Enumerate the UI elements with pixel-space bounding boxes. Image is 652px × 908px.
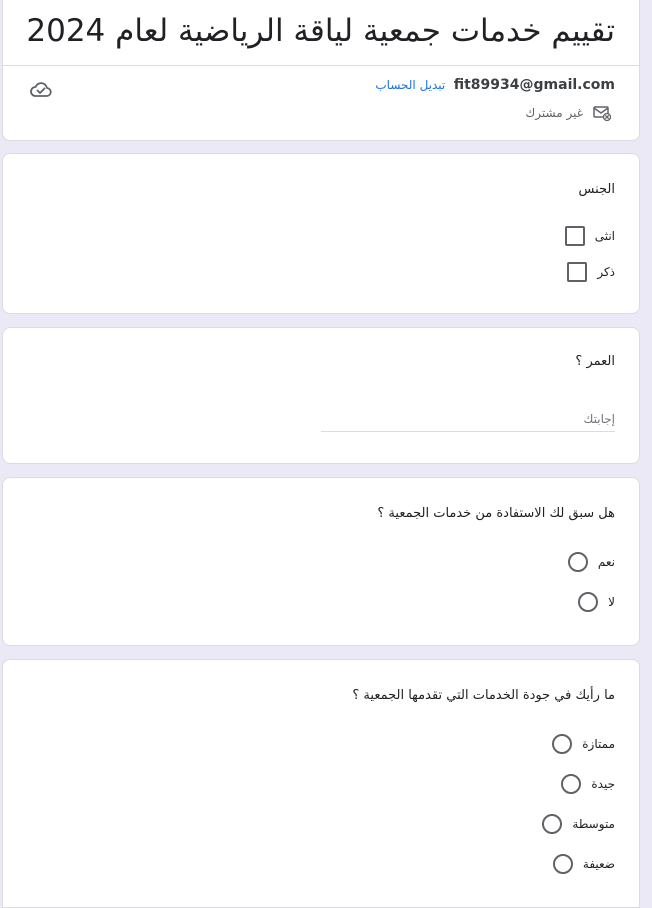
account-line: fit89934@gmail.com تبديل الحساب — [375, 77, 615, 93]
checkbox[interactable] — [567, 262, 588, 282]
question-card-benefit: هل سبق لك الاستفادة من خدمات الجمعية ؟ ن… — [2, 477, 640, 646]
form-title: تقييم خدمات جمعية لياقة الرياضية لعام 20… — [26, 13, 615, 49]
radio-button[interactable] — [552, 854, 573, 874]
question-title-gender: الجنس — [578, 182, 615, 197]
question-title-benefit: هل سبق لك الاستفادة من خدمات الجمعية ؟ — [377, 506, 615, 521]
question-title-quality: ما رأيك في جودة الخدمات التي تقدمها الجم… — [352, 688, 615, 703]
radio-button[interactable] — [567, 552, 588, 572]
option-label: ضعيفة — [582, 857, 615, 871]
option-female[interactable]: انثى — [564, 226, 615, 246]
option-label: ممتازة — [582, 737, 615, 751]
form-header-card: تقييم خدمات جمعية لياقة الرياضية لعام 20… — [2, 0, 640, 141]
question-card-gender: الجنس انثى ذكر — [2, 153, 640, 314]
radio-button[interactable] — [542, 814, 563, 834]
age-input-wrapper — [321, 406, 615, 432]
not-shared-indicator: غير مشترك — [525, 105, 611, 121]
switch-account-link[interactable]: تبديل الحساب — [375, 78, 445, 92]
option-label: جيدة — [591, 777, 615, 791]
option-excellent[interactable]: ممتازة — [552, 734, 615, 754]
header-divider — [3, 65, 639, 66]
option-label: ذكر — [597, 265, 615, 279]
option-label: نعم — [597, 555, 615, 569]
option-average[interactable]: متوسطة — [542, 814, 615, 834]
radio-button[interactable] — [552, 734, 573, 754]
option-label: لا — [608, 595, 615, 609]
option-male[interactable]: ذكر — [567, 262, 615, 282]
radio-button[interactable] — [578, 592, 599, 612]
account-email: fit89934@gmail.com — [453, 77, 615, 93]
option-label: متوسطة — [572, 817, 615, 831]
checkbox[interactable] — [564, 226, 585, 246]
mail-off-icon — [593, 106, 611, 121]
option-no[interactable]: لا — [578, 592, 615, 612]
radio-button[interactable] — [561, 774, 582, 794]
not-shared-text: غير مشترك — [525, 106, 583, 120]
option-good[interactable]: جيدة — [561, 774, 615, 794]
question-card-quality: ما رأيك في جودة الخدمات التي تقدمها الجم… — [2, 659, 640, 908]
question-title-age: العمر ؟ — [575, 354, 615, 369]
option-weak[interactable]: ضعيفة — [552, 854, 615, 874]
option-yes[interactable]: نعم — [567, 552, 615, 572]
question-card-age: العمر ؟ — [2, 327, 640, 464]
age-input[interactable] — [321, 406, 615, 431]
option-label: انثى — [594, 229, 615, 243]
cloud-check-icon — [30, 82, 52, 97]
